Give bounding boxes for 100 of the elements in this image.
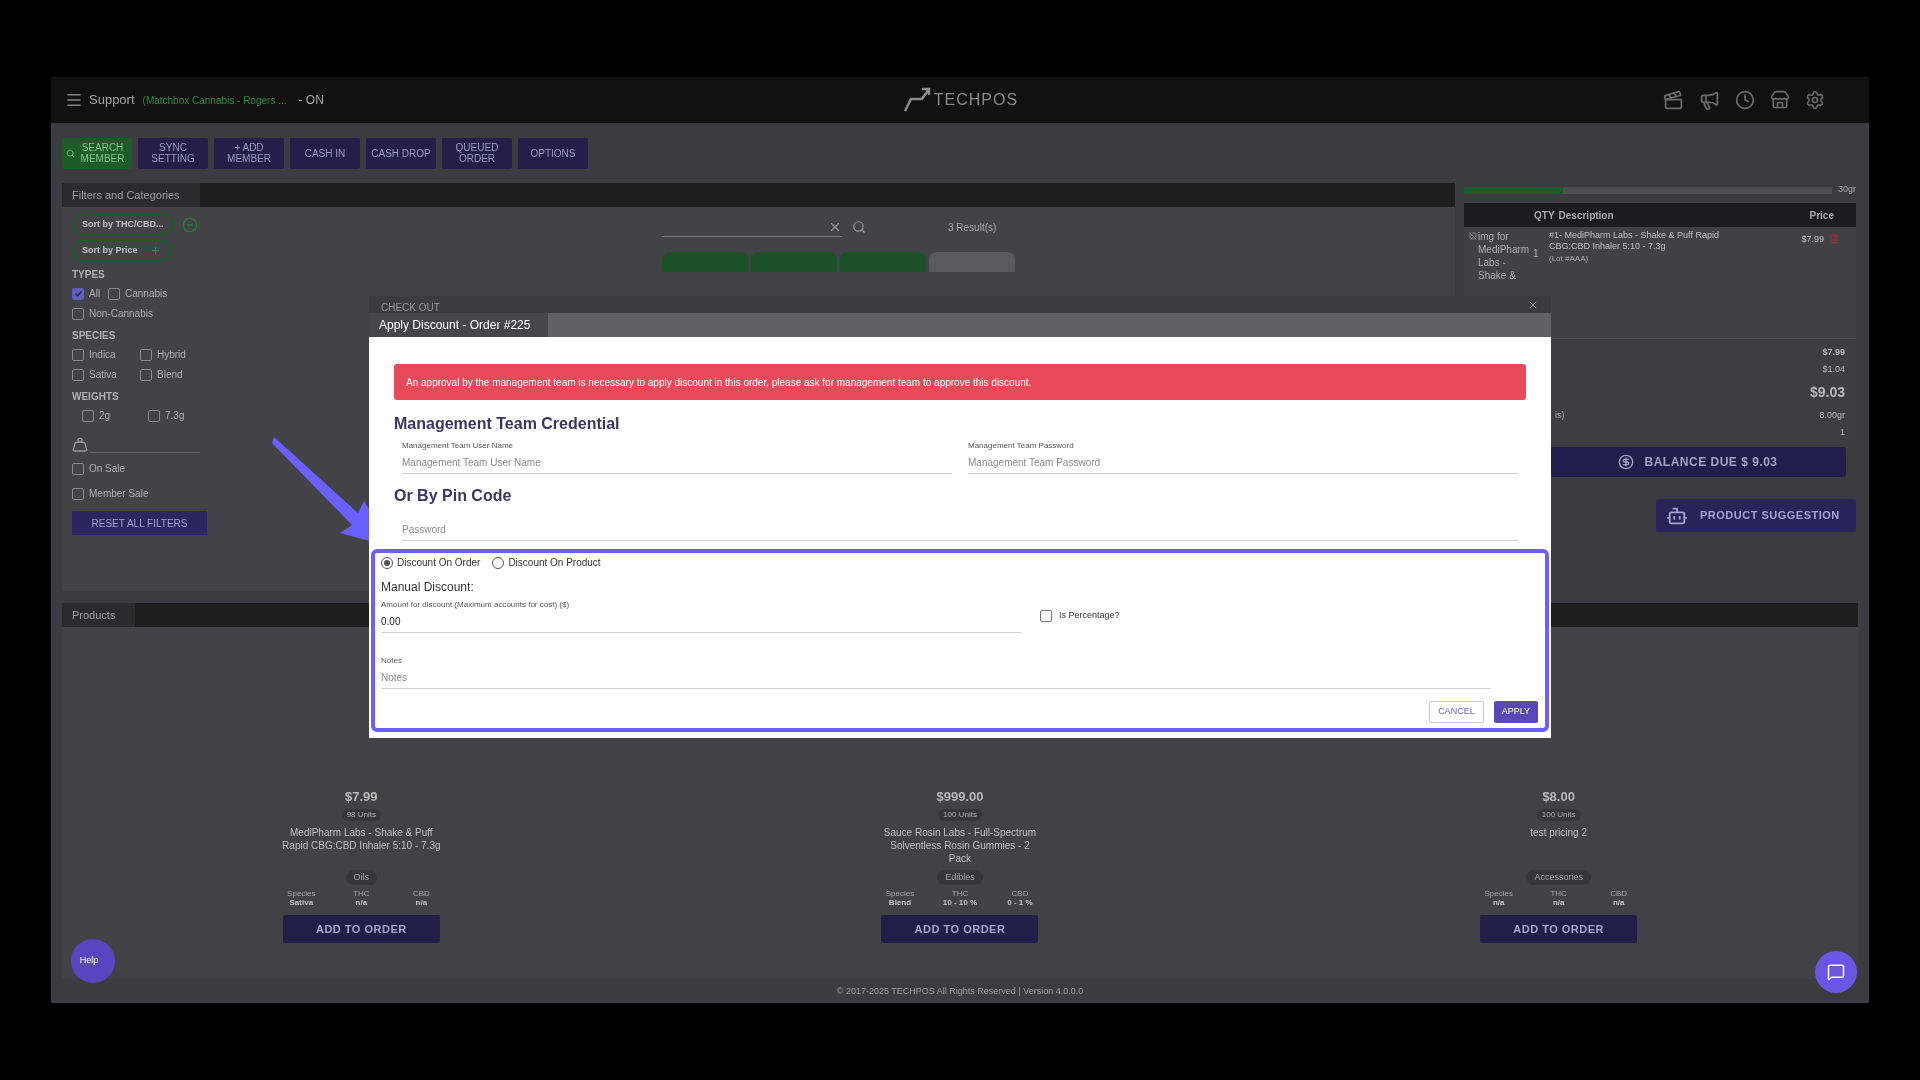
spec-label: Species xyxy=(287,889,316,898)
product-name: MediPharm Labs - Shake & Puff Rapid CBG:CBD Inhaler 5:10 - 7.3g xyxy=(281,825,442,853)
menu-icon[interactable] xyxy=(65,91,83,109)
checkbox[interactable] xyxy=(72,487,84,500)
units-badge: 100 Units xyxy=(938,808,982,821)
username-input[interactable]: Management Team User Name xyxy=(402,455,952,474)
toolbar-button[interactable]: CASH IN xyxy=(290,137,360,169)
product-price: $8.00 xyxy=(1542,788,1575,806)
toolbar-button[interactable]: + ADD MEMBER xyxy=(214,137,284,169)
clapperboard-icon[interactable] xyxy=(1663,89,1684,111)
panel-title: Filters and Categories xyxy=(62,183,200,207)
sort-button[interactable]: Sort by Price xyxy=(72,240,171,261)
amount-input[interactable]: 0.00 xyxy=(381,614,1021,633)
column-header: QTY xyxy=(1534,208,1555,223)
checkbox[interactable] xyxy=(108,287,120,300)
add-to-order-button[interactable]: ADD TO ORDER xyxy=(1480,915,1638,943)
filter-heading: WEIGHTS xyxy=(72,390,120,404)
checkbox[interactable] xyxy=(72,368,84,381)
broken-image-icon xyxy=(1469,232,1477,240)
spec-label: Species xyxy=(1484,889,1513,898)
spec-value: Blend xyxy=(888,898,912,907)
filter-option-label: Member Sale xyxy=(89,487,149,501)
column-header: Price xyxy=(1809,208,1834,223)
checkbox[interactable] xyxy=(140,368,152,381)
product-suggestion-button[interactable]: PRODUCT SUGGESTION xyxy=(1656,499,1856,532)
chat-button[interactable] xyxy=(1815,951,1857,993)
filter-option-label: Sativa xyxy=(89,368,117,382)
spec-value: n/a xyxy=(1552,898,1565,907)
units-badge: 98 Units xyxy=(341,808,381,821)
toolbar-button[interactable]: QUEUED ORDER xyxy=(442,137,512,169)
spec-label: Species xyxy=(885,889,915,898)
spec-label: THC xyxy=(353,889,370,898)
add-to-order-button[interactable]: ADD TO ORDER xyxy=(881,915,1039,943)
dialog-button[interactable]: APPLY xyxy=(1493,701,1538,723)
filter-option-label: 2g xyxy=(99,409,111,423)
checkbox[interactable] xyxy=(72,462,84,475)
field-label: Management Team User Name xyxy=(402,440,513,452)
password-input[interactable]: Management Team Password xyxy=(968,455,1518,474)
spec-label: THC xyxy=(1550,889,1567,898)
pin-input[interactable]: Password xyxy=(402,522,1518,541)
category-badge: Edibles xyxy=(937,869,983,885)
filter-option-label: Indica xyxy=(89,348,116,362)
filter-heading: TYPES xyxy=(72,268,106,282)
status-text: - ON xyxy=(298,92,324,109)
search-icon[interactable] xyxy=(852,220,866,234)
product-price: $7.99 xyxy=(345,788,378,806)
radio-label: Discount On Order xyxy=(397,556,481,570)
checkbox[interactable] xyxy=(140,348,152,361)
filter-option-label: On Sale xyxy=(89,462,126,476)
checkbox[interactable] xyxy=(72,307,84,320)
filter-option-label: Blend xyxy=(157,368,183,382)
toolbar-button[interactable]: CASH DROP xyxy=(366,137,436,169)
results-count: 3 Result(s) xyxy=(948,220,997,235)
manual-discount-heading: Manual Discount: xyxy=(381,579,475,596)
add-to-order-button[interactable]: ADD TO ORDER xyxy=(282,915,440,943)
spec-label: CBD xyxy=(1610,889,1628,898)
minus-icon[interactable] xyxy=(181,216,198,233)
search-icon xyxy=(66,148,75,158)
logo-icon xyxy=(901,87,932,113)
dialog-button[interactable]: CANCEL xyxy=(1429,701,1484,723)
category-badge: Accessories xyxy=(1526,869,1591,885)
checkbox[interactable] xyxy=(148,409,160,422)
item-description: #1- MediPharm Labs - Shake & Puff Rapid CBG:CBD Inhaler 5:10 - 7.3g xyxy=(1549,230,1720,252)
settings-icon[interactable] xyxy=(1805,90,1825,110)
plus-icon xyxy=(149,245,161,256)
checkbox[interactable] xyxy=(82,409,94,422)
page-title: Support xyxy=(89,91,135,110)
close-icon[interactable] xyxy=(1527,299,1539,311)
checkbox[interactable] xyxy=(1040,610,1052,622)
spec-value: n/a xyxy=(355,898,368,907)
balance-due-button[interactable]: BALANCE DUE $ 9.03 xyxy=(1550,447,1846,477)
spec-value: Sativa xyxy=(289,898,314,907)
notes-input[interactable]: Notes xyxy=(381,670,1491,689)
toolbar-button[interactable]: OPTIONS xyxy=(518,137,588,169)
megaphone-icon[interactable] xyxy=(1699,89,1720,111)
spec-label: THC xyxy=(951,889,969,898)
product-name: Sauce Rosin Labs - Full-Spectrum Solventless Rosin Gummies - 2 Pack xyxy=(882,825,1038,866)
toolbar-button[interactable]: SEARCH MEMBER xyxy=(62,137,132,169)
footer-text: © 2017-2025 TECHPOS All Rights Reserved | Version 4.0.0.0 xyxy=(835,985,1085,998)
clock-icon[interactable] xyxy=(1735,90,1755,110)
item-price: $7.99 xyxy=(1801,233,1824,246)
summary-value: $9.03 xyxy=(1809,383,1845,402)
dollar-icon xyxy=(1618,454,1635,470)
checkbox[interactable] xyxy=(72,287,84,300)
spec-value: n/a xyxy=(415,898,428,907)
reset-filters-button[interactable]: RESET ALL FILTERS xyxy=(72,511,207,535)
field-label: Management Team Password xyxy=(968,440,1074,452)
toolbar-button[interactable]: SYNC SETTING xyxy=(138,137,208,169)
spec-value: n/a xyxy=(1612,898,1625,907)
checkbox[interactable] xyxy=(72,348,84,361)
section-heading: Or By Pin Code xyxy=(394,486,513,506)
percentage-label: Is Percentage? xyxy=(1059,609,1120,623)
store-icon[interactable] xyxy=(1770,90,1790,110)
category-badge: Oils xyxy=(345,869,378,885)
field-label: Amount for discount (Maximum accounts for cost) ($) xyxy=(381,599,570,611)
section-heading: Management Team Credential xyxy=(394,414,621,434)
sort-button[interactable]: Sort by THC/CBD... xyxy=(72,214,174,235)
filter-option-label: Hybrid xyxy=(157,348,186,362)
product-name: test pricing 2 xyxy=(1529,825,1588,840)
radio-label: Discount On Product xyxy=(508,556,601,570)
